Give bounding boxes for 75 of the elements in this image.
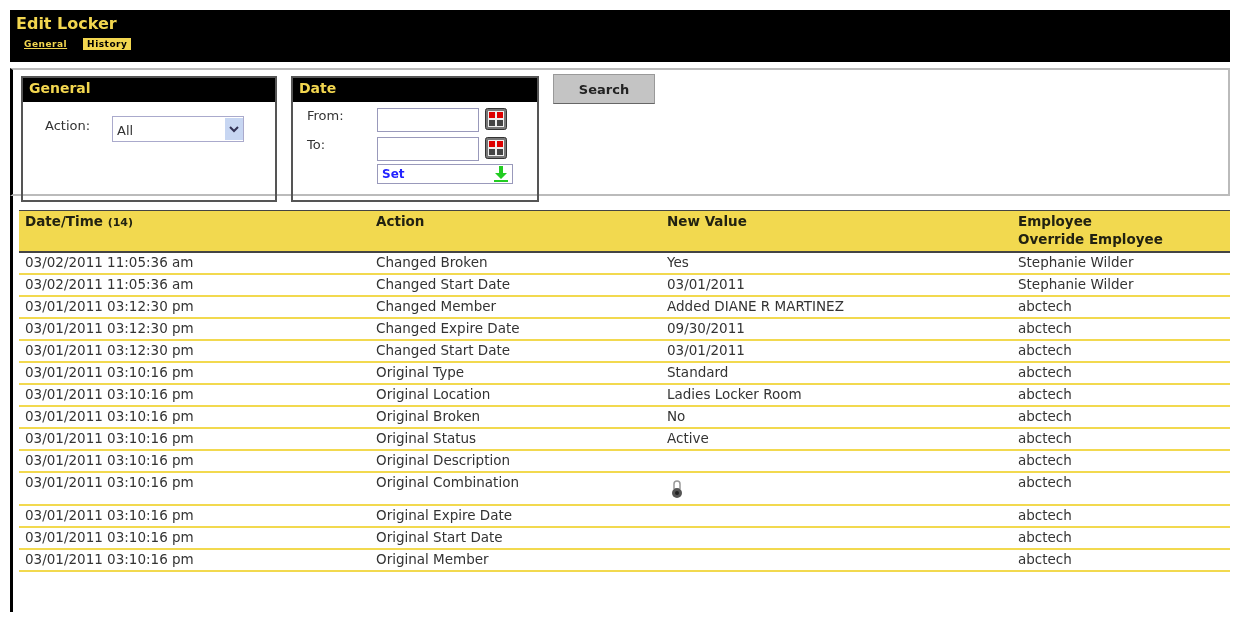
- table-cell: 03/01/2011 03:10:16 pm: [25, 507, 194, 523]
- table-cell: Standard: [667, 364, 729, 380]
- caret-icon: [229, 125, 240, 133]
- table-cell: 03/01/2011 03:10:16 pm: [25, 474, 194, 490]
- table-cell: abctech: [1018, 408, 1072, 424]
- table-cell: Active: [667, 430, 709, 446]
- table-cell: 03/01/2011 03:10:16 pm: [25, 529, 194, 545]
- date-field[interactable]: [377, 137, 479, 161]
- table-cell: abctech: [1018, 551, 1072, 567]
- table-cell: Ladies Locker Room: [667, 386, 802, 402]
- table-cell: 03/01/2011 03:12:30 pm: [25, 320, 194, 336]
- table-cell: Original Combination: [376, 474, 519, 490]
- table-cell: 03/02/2011 11:05:36 am: [25, 276, 194, 292]
- table-cell: abctech: [1018, 298, 1072, 314]
- table-cell: Yes: [667, 254, 689, 270]
- table-cell: Original Broken: [376, 408, 481, 424]
- field-label: Action:: [45, 117, 91, 133]
- search-button[interactable]: Search: [553, 74, 655, 104]
- table-cell: Changed Member: [376, 298, 497, 314]
- calendar-icon[interactable]: [485, 108, 507, 130]
- table-cell: abctech: [1018, 474, 1072, 490]
- table-cell: No: [667, 408, 686, 424]
- date-field[interactable]: [377, 108, 479, 132]
- table-cell: 09/30/2011: [667, 320, 745, 336]
- table-cell: abctech: [1018, 342, 1072, 358]
- table-cell: abctech: [1018, 320, 1072, 336]
- table-cell: 03/01/2011 03:10:16 pm: [25, 452, 194, 468]
- table-cell: 03/01/2011 03:12:30 pm: [25, 342, 194, 358]
- column-header: Override Employee: [1018, 231, 1163, 247]
- table-cell: Added DIANE R MARTINEZ: [667, 298, 844, 314]
- table-cell: 03/01/2011 03:10:16 pm: [25, 430, 194, 446]
- table-cell: 03/01/2011: [667, 276, 745, 292]
- column-header: Action: [376, 213, 425, 229]
- action-dropdown[interactable]: All: [112, 116, 245, 142]
- column-header: Date/Time: [25, 213, 103, 229]
- table-cell: 03/01/2011 03:10:16 pm: [25, 551, 194, 567]
- table-cell: Original Expire Date: [376, 507, 513, 523]
- table-cell: 03/01/2011 03:10:16 pm: [25, 386, 194, 402]
- table-cell: Changed Broken: [376, 254, 488, 270]
- tab[interactable]: History: [83, 38, 132, 50]
- table-cell: Original Member: [376, 551, 489, 567]
- table-cell: Changed Expire Date: [376, 320, 520, 336]
- table-cell: 03/01/2011 03:12:30 pm: [25, 298, 194, 314]
- tab[interactable]: General: [20, 38, 72, 50]
- table-cell: abctech: [1018, 364, 1072, 380]
- panel-header: Date: [293, 78, 537, 102]
- table-cell: Changed Start Date: [376, 276, 511, 292]
- table-cell: Original Description: [376, 452, 510, 468]
- table-cell: abctech: [1018, 430, 1072, 446]
- field-label: To:: [307, 137, 327, 152]
- table-cell: 03/01/2011: [667, 342, 745, 358]
- set-button[interactable]: Set: [377, 164, 513, 184]
- window-title: Edit Locker: [16, 14, 118, 34]
- table-cell: abctech: [1018, 386, 1072, 402]
- table-cell: abctech: [1018, 507, 1072, 523]
- table-cell: abctech: [1018, 529, 1072, 545]
- column-header: New Value: [667, 213, 747, 229]
- table-cell: Original Location: [376, 386, 491, 402]
- row-count: (14): [107, 216, 133, 229]
- table-cell: Original Status: [376, 430, 477, 446]
- field-label: From:: [307, 108, 345, 123]
- table-cell: Original Start Date: [376, 529, 503, 545]
- table-cell: abctech: [1018, 452, 1072, 468]
- calendar-icon[interactable]: [485, 137, 507, 159]
- table-cell: Changed Start Date: [376, 342, 511, 358]
- table-cell: 03/01/2011 03:10:16 pm: [25, 408, 194, 424]
- table-cell: Stephanie Wilder: [1018, 276, 1134, 292]
- column-header: Employee: [1018, 213, 1092, 229]
- table-cell: 03/02/2011 11:05:36 am: [25, 254, 194, 270]
- panel-header: General: [23, 78, 275, 102]
- padlock-icon: [671, 479, 683, 499]
- table-cell: Original Type: [376, 364, 465, 380]
- table-cell: Stephanie Wilder: [1018, 254, 1134, 270]
- table-cell: 03/01/2011 03:10:16 pm: [25, 364, 194, 380]
- down-arrow-icon: [494, 166, 508, 182]
